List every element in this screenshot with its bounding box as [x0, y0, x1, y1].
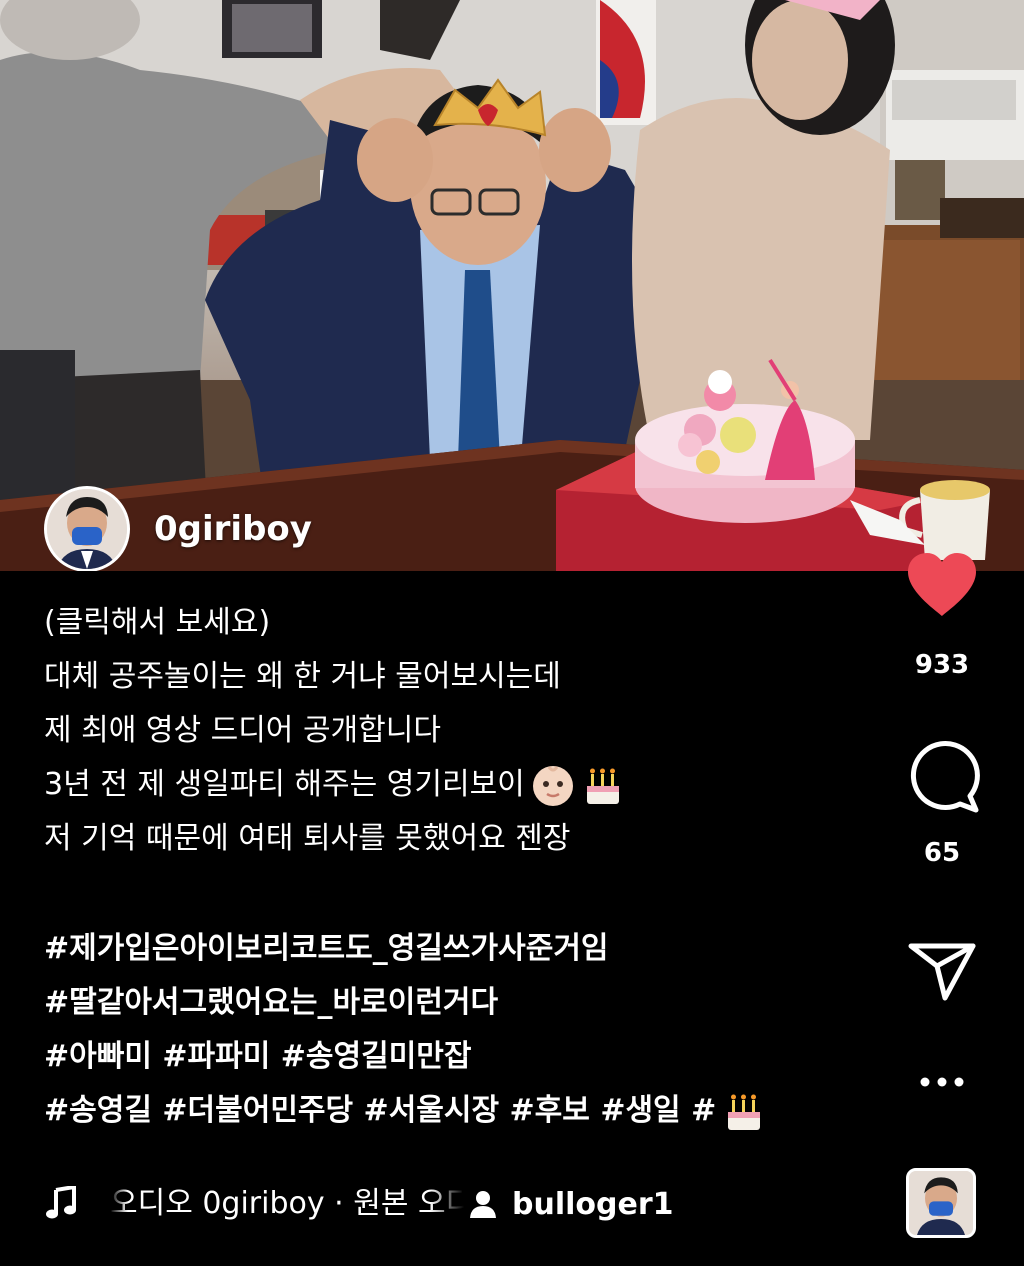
tagged-user[interactable]: bulloger1	[468, 1176, 674, 1232]
audio-bar: 오디오 0giriboy · 원본 오디오 bulloger1	[44, 1168, 1024, 1238]
person-icon	[470, 1191, 496, 1218]
share-action[interactable]	[880, 940, 1004, 1008]
tagged-username[interactable]: bulloger1	[512, 1187, 674, 1222]
caption-line-with-emoji: 3년 전 제 생일파티 해주는 영기리보이	[44, 758, 884, 812]
comment-action[interactable]	[880, 738, 1004, 818]
avatar-image	[47, 489, 127, 569]
caption-line-text: 3년 전 제 생일파티 해주는 영기리보이	[44, 767, 525, 802]
caption-line: (클릭해서 보세요)	[44, 605, 271, 640]
more-action[interactable]	[880, 1074, 1004, 1093]
caption-line: 저 기억 때문에 여태 퇴사를 못했어요 젠장	[44, 821, 571, 856]
hashtag-line[interactable]: #아빠미 #파파미 #송영길미만잡	[44, 1030, 884, 1084]
author-row[interactable]: 0giriboy	[44, 486, 312, 571]
audio-thumbnail-image	[909, 1171, 973, 1235]
music-note-icon	[46, 1186, 76, 1219]
like-count[interactable]: 933	[880, 650, 1004, 680]
caption-line: 제 최애 영상 드디어 공개합니다	[44, 713, 441, 748]
hashtag-line-with-emoji[interactable]: #송영길 #더불어민주당 #서울시장 #후보 #생일 #	[44, 1084, 884, 1138]
speech-bubble-icon[interactable]	[904, 738, 980, 814]
profile-avatar[interactable]	[44, 486, 130, 571]
caption-line: 대체 공주놀이는 왜 한 거냐 물어보시는데	[44, 659, 561, 694]
birthday-cake-icon	[586, 768, 619, 804]
hashtag-text[interactable]: #송영길 #더불어민주당 #서울시장 #후보 #생일 #	[44, 1093, 716, 1128]
comment-count[interactable]: 65	[880, 838, 1004, 868]
username[interactable]: 0giriboy	[154, 509, 312, 549]
more-dots-icon[interactable]	[917, 1075, 967, 1089]
video-player[interactable]: 0giriboy	[0, 0, 1024, 571]
like-action[interactable]	[880, 550, 1004, 624]
audio-label[interactable]: 오디오 0giriboy · 원본 오디오	[110, 1176, 464, 1232]
heart-filled-icon[interactable]	[904, 550, 980, 620]
audio-thumbnail[interactable]	[906, 1168, 976, 1238]
post-caption[interactable]: (클릭해서 보세요) 대체 공주놀이는 왜 한 거냐 물어보시는데 제 최애 영…	[44, 596, 884, 1138]
hashtag-line[interactable]: #딸같아서그랬어요는_바로이런거다	[44, 976, 884, 1030]
paper-plane-icon[interactable]	[907, 940, 977, 1004]
birthday-cake-icon	[728, 1094, 761, 1130]
baby-face-icon	[532, 765, 573, 806]
hashtag-line[interactable]: #제가입은아이보리코트도_영길쓰가사준거임	[44, 922, 884, 976]
